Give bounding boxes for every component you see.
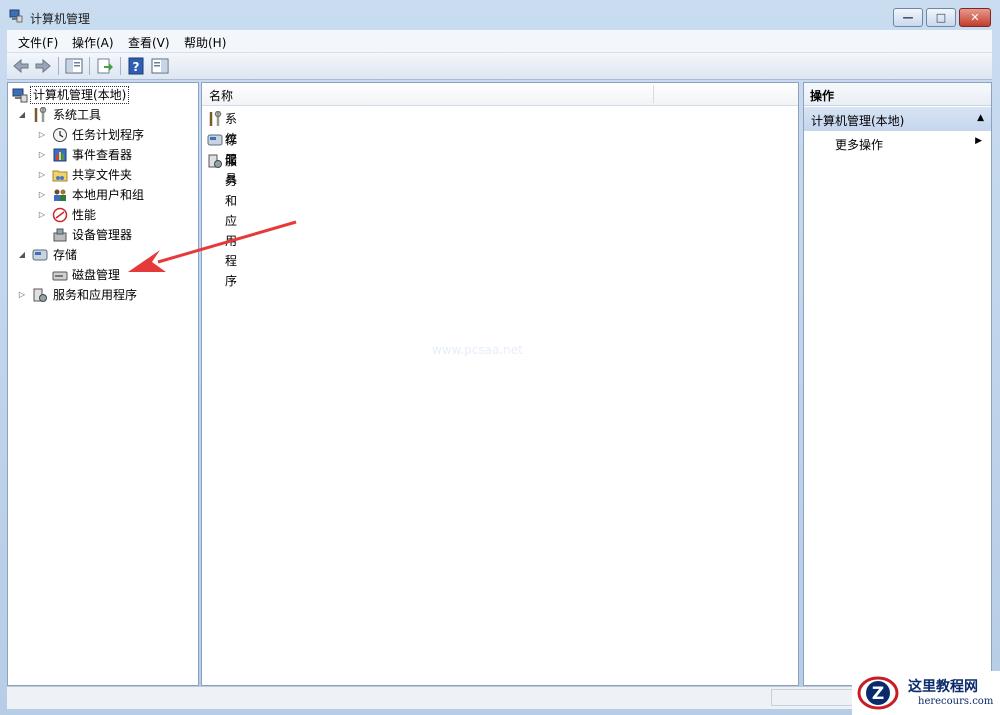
tree-item-disk-management[interactable]: 磁盘管理 xyxy=(8,265,198,285)
tree-label: 共享文件夹 xyxy=(72,168,133,182)
computer-management-icon xyxy=(9,9,23,23)
tree-item-event-viewer[interactable]: ▷ 事件查看器 xyxy=(8,145,198,165)
services-icon xyxy=(208,154,222,168)
performance-icon xyxy=(52,207,68,223)
tree-label: 设备管理器 xyxy=(72,228,133,242)
submenu-arrow-icon: ▶ xyxy=(975,136,982,146)
show-hide-action-pane-icon[interactable] xyxy=(150,56,170,76)
minimize-icon: — xyxy=(902,11,914,24)
toolbar: ? xyxy=(7,53,992,80)
collapsed-arrow-icon[interactable]: ▷ xyxy=(37,165,47,185)
menu-file[interactable]: 文件(F) xyxy=(18,34,58,51)
computer-management-icon xyxy=(12,88,28,103)
watermark-text: www.pcsaa.net xyxy=(432,343,523,357)
tree-label: 任务计划程序 xyxy=(72,128,145,142)
tree-item-local-users-groups[interactable]: ▷ 本地用户和组 xyxy=(8,185,198,205)
tree-label: 事件查看器 xyxy=(72,148,133,162)
menu-view[interactable]: 查看(V) xyxy=(128,34,170,51)
export-list-icon[interactable] xyxy=(95,56,115,76)
collapse-caret-icon[interactable]: ▲ xyxy=(977,113,984,123)
logo-letter: Z xyxy=(872,684,884,704)
tree-item-device-manager[interactable]: 设备管理器 xyxy=(8,225,198,245)
expanded-arrow-icon[interactable]: ◢ xyxy=(17,105,27,125)
more-actions-item[interactable]: 更多操作 ▶ xyxy=(804,133,991,153)
maximize-icon: □ xyxy=(935,11,947,24)
tree-label: 计算机管理(本地) xyxy=(30,86,130,104)
tree-label: 存储 xyxy=(53,248,78,262)
tree-item-task-scheduler[interactable]: ▷ 任务计划程序 xyxy=(8,125,198,145)
tools-icon xyxy=(209,111,222,126)
status-cell xyxy=(771,689,861,706)
storage-icon xyxy=(32,249,48,261)
site-logo: Z 这里教程网 herecours.com xyxy=(852,671,1000,715)
device-manager-icon xyxy=(53,228,67,242)
tree-label: 本地用户和组 xyxy=(72,188,145,202)
tree-item-services-applications[interactable]: ▷ 服务和应用程序 xyxy=(8,285,198,305)
logo-url: herecours.com xyxy=(918,696,994,707)
close-icon: ✕ xyxy=(970,11,980,24)
logo-mark-icon: Z xyxy=(857,676,899,710)
menu-help[interactable]: 帮助(H) xyxy=(184,34,226,51)
tree-label: 磁盘管理 xyxy=(72,268,121,282)
maximize-button[interactable]: □ xyxy=(926,8,956,27)
actions-pane: 操作 计算机管理(本地) ▲ 更多操作 ▶ xyxy=(803,82,992,686)
list-item-label: 服务和应用程序 xyxy=(225,154,238,288)
expanded-arrow-icon[interactable]: ◢ xyxy=(17,245,27,265)
actions-header-label: 操作 xyxy=(810,89,835,103)
svg-text:?: ? xyxy=(133,60,140,74)
menu-bar: 文件(F) 操作(A) 查看(V) 帮助(H) xyxy=(7,30,992,53)
tree-label: 服务和应用程序 xyxy=(53,288,138,302)
users-icon xyxy=(54,189,66,201)
column-header-name[interactable]: 名称 xyxy=(202,83,798,106)
tools-icon xyxy=(34,107,47,122)
logo-title: 这里教程网 xyxy=(908,679,978,695)
collapsed-arrow-icon[interactable]: ▷ xyxy=(37,125,47,145)
content-list: 名称 系统工具 存储 服务和应用程序 www.pcsaa.net xyxy=(201,82,799,686)
collapsed-arrow-icon[interactable]: ▷ xyxy=(17,285,27,305)
clock-icon xyxy=(53,128,67,142)
status-bar xyxy=(7,686,992,709)
help-icon[interactable]: ? xyxy=(126,56,146,76)
more-actions-label: 更多操作 xyxy=(835,138,884,152)
actions-group-label: 计算机管理(本地) xyxy=(811,114,905,128)
show-hide-tree-icon[interactable] xyxy=(64,56,84,76)
tree-item-storage[interactable]: ◢ 存储 xyxy=(8,245,198,265)
event-viewer-icon xyxy=(53,148,67,162)
window-title: 计算机管理 xyxy=(30,12,91,26)
forward-arrow-icon[interactable] xyxy=(33,56,53,76)
title-bar: 计算机管理 — □ ✕ xyxy=(0,0,1000,30)
collapsed-arrow-icon[interactable]: ▷ xyxy=(37,205,47,225)
column-header-label: 名称 xyxy=(209,89,234,103)
tree-item-computer-management[interactable]: 计算机管理(本地) xyxy=(8,85,198,105)
services-icon xyxy=(33,288,47,302)
navigation-tree: 计算机管理(本地) ◢ 系统工具 ▷ 任务计划程序 ▷ 事件查看器 ▷ 共享文件… xyxy=(7,82,199,686)
tree-item-shared-folders[interactable]: ▷ 共享文件夹 xyxy=(8,165,198,185)
toolbar-separator xyxy=(120,57,121,75)
tree-label: 系统工具 xyxy=(53,108,102,122)
collapsed-arrow-icon[interactable]: ▷ xyxy=(37,185,47,205)
toolbar-separator xyxy=(58,57,59,75)
toolbar-separator xyxy=(89,57,90,75)
tree-label: 性能 xyxy=(72,208,97,222)
disk-icon xyxy=(52,271,68,281)
column-divider[interactable] xyxy=(653,85,654,103)
storage-icon xyxy=(207,134,223,146)
menu-action[interactable]: 操作(A) xyxy=(72,34,114,51)
actions-group-computer-management[interactable]: 计算机管理(本地) ▲ xyxy=(804,107,991,131)
tree-item-system-tools[interactable]: ◢ 系统工具 xyxy=(8,105,198,125)
collapsed-arrow-icon[interactable]: ▷ xyxy=(37,145,47,165)
back-arrow-icon[interactable] xyxy=(11,56,31,76)
close-button[interactable]: ✕ xyxy=(959,8,991,27)
shared-folder-icon xyxy=(52,170,68,182)
actions-header: 操作 xyxy=(804,83,991,106)
tree-item-performance[interactable]: ▷ 性能 xyxy=(8,205,198,225)
computer-management-window: 计算机管理 — □ ✕ 文件(F) 操作(A) 查看(V) 帮助(H) ? 计算… xyxy=(0,0,1000,715)
minimize-button[interactable]: — xyxy=(893,8,923,27)
